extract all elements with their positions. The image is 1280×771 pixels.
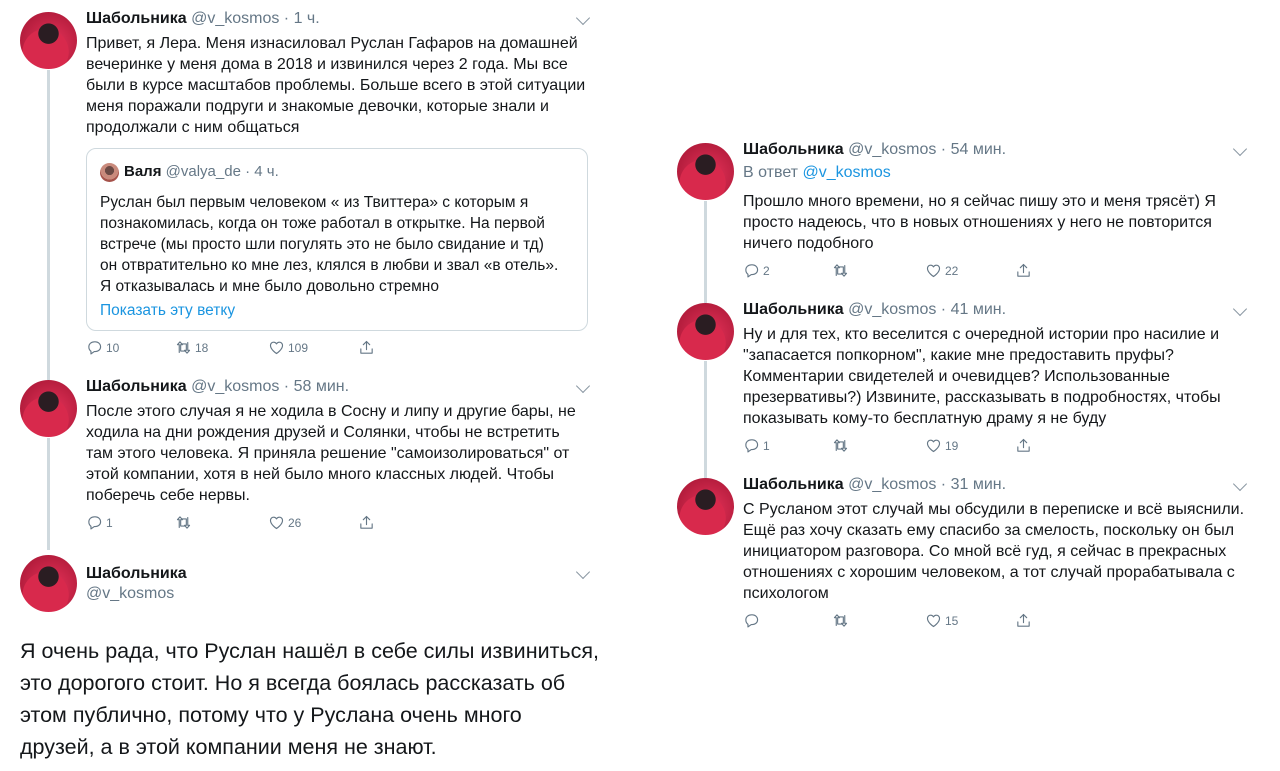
- like-button[interactable]: 22: [925, 262, 958, 279]
- chevron-down-icon[interactable]: [575, 10, 591, 26]
- reply-to-link[interactable]: @v_kosmos: [802, 164, 890, 181]
- thread-line: [704, 201, 707, 303]
- tweet-header: Шабольника @v_kosmos · 1 ч.: [86, 10, 320, 28]
- tweet-text: Прошло много времени, но я сейчас пишу э…: [743, 193, 1216, 252]
- like-button[interactable]: 109: [268, 339, 308, 356]
- heart-icon: [268, 514, 285, 531]
- reply-button[interactable]: 2: [743, 262, 770, 279]
- tweet-actions: 15: [743, 612, 1043, 630]
- heart-icon: [925, 262, 942, 279]
- tweet-actions: 1 19: [743, 437, 1043, 455]
- author-name[interactable]: Шабольника: [743, 141, 844, 158]
- tweet-text: Привет, я Лера. Меня изнасиловал Руслан …: [86, 35, 586, 136]
- avatar: [100, 163, 119, 182]
- thread-line: [704, 361, 707, 478]
- retweet-button[interactable]: [175, 514, 195, 531]
- retweet-button[interactable]: [832, 437, 852, 454]
- avatar[interactable]: [20, 12, 77, 69]
- author-name[interactable]: Шабольника: [743, 476, 844, 493]
- author-meta[interactable]: @v_kosmos · 54 мин.: [848, 141, 1006, 158]
- tweet-actions: 10 18 109: [86, 339, 386, 357]
- avatar[interactable]: [677, 143, 734, 200]
- heart-icon: [925, 612, 942, 629]
- reply-icon: [743, 262, 760, 279]
- tweet-header: Шабольника @v_kosmos · 41 мин.: [743, 301, 1006, 319]
- chevron-down-icon[interactable]: [1232, 476, 1248, 492]
- author-handle[interactable]: @v_kosmos: [86, 585, 174, 603]
- tweet-text: С Русланом этот случай мы обсудили в пер…: [743, 501, 1245, 602]
- tweet-text: Ну и для тех, кто веселится с очередной …: [743, 326, 1221, 427]
- author-meta[interactable]: @v_kosmos · 31 мин.: [848, 476, 1006, 493]
- thread-line: [47, 438, 50, 550]
- author-meta: @valya_de · 4 ч.: [165, 163, 279, 180]
- reply-button[interactable]: [743, 612, 763, 629]
- share-icon: [358, 514, 375, 531]
- retweet-button[interactable]: [832, 612, 852, 629]
- chevron-down-icon[interactable]: [575, 378, 591, 394]
- reply-button[interactable]: 1: [743, 437, 770, 454]
- like-button[interactable]: 19: [925, 437, 958, 454]
- chevron-down-icon[interactable]: [1232, 301, 1248, 317]
- chevron-down-icon[interactable]: [575, 564, 591, 580]
- tweet-text-large: Я очень рада, что Руслан нашёл в себе си…: [20, 639, 599, 759]
- share-button[interactable]: [1015, 612, 1032, 629]
- quoted-tweet[interactable]: Валя @valya_de · 4 ч. Руслан был первым …: [86, 148, 588, 331]
- quoted-tweet-header: Валя @valya_de · 4 ч.: [124, 163, 279, 180]
- tweet-header: Шабольника @v_kosmos · 31 мин.: [743, 476, 1006, 494]
- quoted-tweet-text: Руслан был первым человеком « из Твиттер…: [100, 194, 559, 295]
- reply-button[interactable]: 10: [86, 339, 119, 356]
- retweet-icon: [175, 514, 192, 531]
- share-button[interactable]: [1015, 262, 1032, 279]
- retweet-icon: [832, 437, 849, 454]
- avatar[interactable]: [20, 380, 77, 437]
- author-meta[interactable]: @v_kosmos · 1 ч.: [191, 10, 320, 27]
- avatar[interactable]: [20, 555, 77, 612]
- avatar[interactable]: [677, 303, 734, 360]
- author-name[interactable]: Шабольника: [86, 378, 187, 395]
- retweet-button[interactable]: 18: [175, 339, 208, 356]
- chevron-down-icon[interactable]: [1232, 141, 1248, 157]
- reply-icon: [86, 514, 103, 531]
- heart-icon: [268, 339, 285, 356]
- retweet-icon: [832, 612, 849, 629]
- tweet-header: Шабольника @v_kosmos · 54 мин.: [743, 141, 1006, 159]
- author-meta[interactable]: @v_kosmos · 41 мин.: [848, 301, 1006, 318]
- author-name[interactable]: Шабольника: [86, 10, 187, 27]
- author-meta[interactable]: @v_kosmos · 58 мин.: [191, 378, 349, 395]
- retweet-button[interactable]: [832, 262, 852, 279]
- share-icon: [358, 339, 375, 356]
- heart-icon: [925, 437, 942, 454]
- author-name[interactable]: Шабольника: [86, 565, 187, 583]
- share-button[interactable]: [358, 514, 375, 531]
- show-thread-link[interactable]: Показать эту ветку: [100, 300, 235, 321]
- like-button[interactable]: 26: [268, 514, 301, 531]
- reply-button[interactable]: 1: [86, 514, 113, 531]
- retweet-icon: [832, 262, 849, 279]
- reply-icon: [86, 339, 103, 356]
- author-name[interactable]: Шабольника: [743, 301, 844, 318]
- tweet-actions: 1 26: [86, 514, 386, 532]
- avatar[interactable]: [677, 478, 734, 535]
- tweet-actions: 2 22: [743, 262, 1043, 280]
- author-name: Валя: [124, 163, 162, 180]
- thread-line: [47, 70, 50, 380]
- tweet-text: После этого случая я не ходила в Сосну и…: [86, 403, 576, 504]
- share-button[interactable]: [358, 339, 375, 356]
- like-button[interactable]: 15: [925, 612, 958, 629]
- reply-icon: [743, 437, 760, 454]
- share-icon: [1015, 262, 1032, 279]
- retweet-icon: [175, 339, 192, 356]
- tweet-header: Шабольника @v_kosmos · 58 мин.: [86, 378, 349, 396]
- share-icon: [1015, 437, 1032, 454]
- reply-context: В ответ @v_kosmos: [743, 164, 891, 181]
- share-button[interactable]: [1015, 437, 1032, 454]
- reply-icon: [743, 612, 760, 629]
- share-icon: [1015, 612, 1032, 629]
